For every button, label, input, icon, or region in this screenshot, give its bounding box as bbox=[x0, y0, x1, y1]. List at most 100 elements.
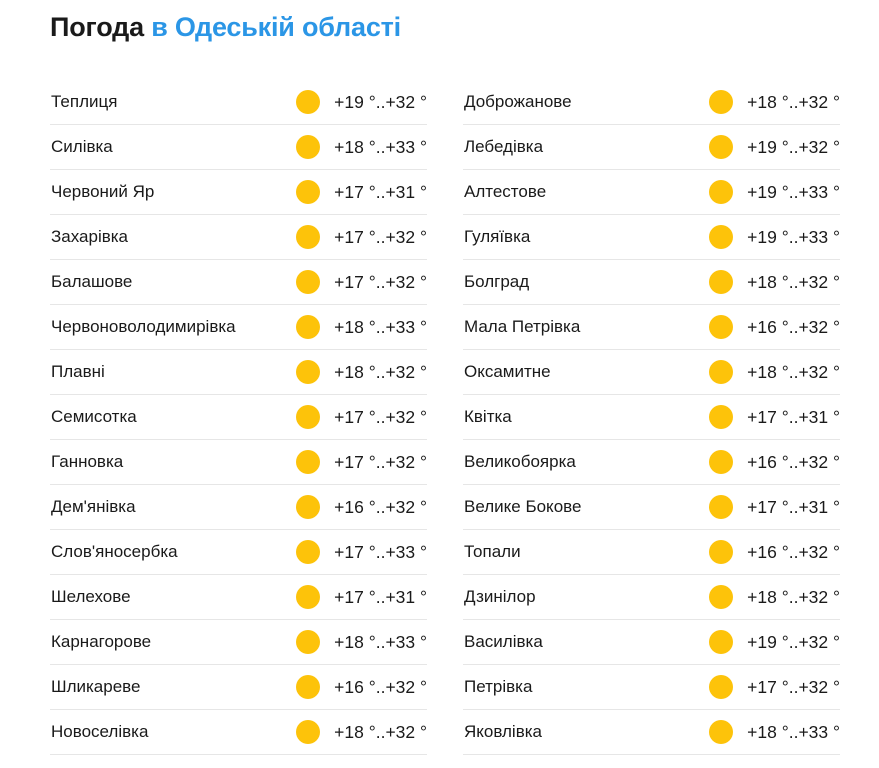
sun-icon bbox=[709, 495, 733, 519]
sun-icon bbox=[296, 225, 320, 249]
city-weather-row[interactable]: Семисотка +17 °..+32 ° bbox=[50, 395, 427, 440]
city-weather-row[interactable]: Гуляївка +19 °..+33 ° bbox=[463, 215, 840, 260]
sun-icon bbox=[296, 720, 320, 744]
city-name-link[interactable]: Червоноволодимирівка bbox=[51, 316, 236, 338]
page-title-main: Погода bbox=[50, 12, 144, 42]
city-name-link[interactable]: Яковлівка bbox=[464, 721, 542, 743]
city-name-link[interactable]: Теплиця bbox=[51, 91, 117, 113]
sun-icon bbox=[709, 720, 733, 744]
city-weather-row[interactable]: Теплиця +19 °..+32 ° bbox=[50, 80, 427, 125]
temperature-range: +17 °..+32 ° bbox=[747, 677, 840, 697]
temperature-range: +19 °..+32 ° bbox=[747, 137, 840, 157]
city-weather-row[interactable]: Карнагорове +18 °..+33 ° bbox=[50, 620, 427, 665]
city-weather-row[interactable]: Шелехове +17 °..+31 ° bbox=[50, 575, 427, 620]
temperature-range: +17 °..+31 ° bbox=[334, 587, 427, 607]
city-name-link[interactable]: Гуляївка bbox=[464, 226, 530, 248]
city-weather-row[interactable]: Велике Бокове +17 °..+31 ° bbox=[463, 485, 840, 530]
city-name-link[interactable]: Захарівка bbox=[51, 226, 128, 248]
temperature-range: +17 °..+32 ° bbox=[334, 452, 427, 472]
temperature-range: +17 °..+31 ° bbox=[747, 497, 840, 517]
city-name-link[interactable]: Новоселівка bbox=[51, 721, 148, 743]
city-name-link[interactable]: Дзинілор bbox=[464, 586, 536, 608]
city-weather-row[interactable]: Квітка +17 °..+31 ° bbox=[463, 395, 840, 440]
city-weather-row[interactable]: Лебедівка +19 °..+32 ° bbox=[463, 125, 840, 170]
sun-icon bbox=[296, 450, 320, 474]
sun-icon bbox=[296, 585, 320, 609]
city-weather-row[interactable]: Петрівка +17 °..+32 ° bbox=[463, 665, 840, 710]
city-name-link[interactable]: Плавні bbox=[51, 361, 105, 383]
temperature-range: +18 °..+33 ° bbox=[747, 722, 840, 742]
sun-icon bbox=[296, 270, 320, 294]
city-weather-row[interactable]: Захарівка +17 °..+32 ° bbox=[50, 215, 427, 260]
city-weather-row[interactable]: Силівка +18 °..+33 ° bbox=[50, 125, 427, 170]
city-weather-row[interactable]: Болград +18 °..+32 ° bbox=[463, 260, 840, 305]
city-list-right: Доброжанове +18 °..+32 ° Лебедівка +19 °..+… bbox=[463, 80, 840, 755]
city-name-link[interactable]: Ганновка bbox=[51, 451, 123, 473]
temperature-range: +17 °..+32 ° bbox=[334, 227, 427, 247]
city-name-link[interactable]: Петрівка bbox=[464, 676, 532, 698]
city-name-link[interactable]: Алтестове bbox=[464, 181, 546, 203]
city-weather-row[interactable]: Новоселівка +18 °..+32 ° bbox=[50, 710, 427, 755]
city-name-link[interactable]: Балашове bbox=[51, 271, 132, 293]
sun-icon bbox=[709, 675, 733, 699]
temperature-range: +19 °..+33 ° bbox=[747, 227, 840, 247]
city-name-link[interactable]: Квітка bbox=[464, 406, 512, 428]
city-weather-row[interactable]: Топали +16 °..+32 ° bbox=[463, 530, 840, 575]
city-weather-row[interactable]: Мала Петрівка +16 °..+32 ° bbox=[463, 305, 840, 350]
city-weather-row[interactable]: Оксамитне +18 °..+32 ° bbox=[463, 350, 840, 395]
region-link[interactable]: в Одеській області bbox=[151, 12, 401, 42]
temperature-range: +17 °..+33 ° bbox=[334, 542, 427, 562]
city-weather-row[interactable]: Слов'яносербка +17 °..+33 ° bbox=[50, 530, 427, 575]
city-weather-row[interactable]: Алтестове +19 °..+33 ° bbox=[463, 170, 840, 215]
sun-icon bbox=[296, 405, 320, 429]
city-name-link[interactable]: Болград bbox=[464, 271, 529, 293]
sun-icon bbox=[709, 630, 733, 654]
city-name-link[interactable]: Доброжанове bbox=[464, 91, 572, 113]
temperature-range: +18 °..+33 ° bbox=[334, 317, 427, 337]
city-name-link[interactable]: Велике Бокове bbox=[464, 496, 581, 518]
temperature-range: +19 °..+33 ° bbox=[747, 182, 840, 202]
page-title: Погода в Одеській області bbox=[50, 9, 401, 45]
sun-icon bbox=[709, 225, 733, 249]
city-name-link[interactable]: Оксамитне bbox=[464, 361, 551, 383]
city-name-link[interactable]: Шликареве bbox=[51, 676, 140, 698]
temperature-range: +17 °..+31 ° bbox=[747, 407, 840, 427]
city-name-link[interactable]: Силівка bbox=[51, 136, 113, 158]
city-name-link[interactable]: Василівка bbox=[464, 631, 543, 653]
temperature-range: +18 °..+32 ° bbox=[747, 587, 840, 607]
city-weather-row[interactable]: Дем'янівка +16 °..+32 ° bbox=[50, 485, 427, 530]
city-name-link[interactable]: Мала Петрівка bbox=[464, 316, 580, 338]
city-weather-row[interactable]: Шликареве +16 °..+32 ° bbox=[50, 665, 427, 710]
city-name-link[interactable]: Карнагорове bbox=[51, 631, 151, 653]
city-list-left: Теплиця +19 °..+32 ° Силівка +18 °..+33 ° Че… bbox=[50, 80, 427, 755]
city-weather-row[interactable]: Яковлівка +18 °..+33 ° bbox=[463, 710, 840, 755]
city-name-link[interactable]: Шелехове bbox=[51, 586, 131, 608]
city-weather-row[interactable]: Дзинілор +18 °..+32 ° bbox=[463, 575, 840, 620]
sun-icon bbox=[709, 270, 733, 294]
city-name-link[interactable]: Великобоярка bbox=[464, 451, 576, 473]
city-weather-row[interactable]: Плавні +18 °..+32 ° bbox=[50, 350, 427, 395]
city-name-link[interactable]: Червоний Яр bbox=[51, 181, 154, 203]
temperature-range: +18 °..+33 ° bbox=[334, 632, 427, 652]
city-weather-row[interactable]: Василівка +19 °..+32 ° bbox=[463, 620, 840, 665]
sun-icon bbox=[296, 315, 320, 339]
city-weather-row[interactable]: Червоноволодимирівка +18 °..+33 ° bbox=[50, 305, 427, 350]
temperature-range: +18 °..+32 ° bbox=[334, 362, 427, 382]
sun-icon bbox=[296, 135, 320, 159]
sun-icon bbox=[709, 135, 733, 159]
city-name-link[interactable]: Топали bbox=[464, 541, 521, 563]
city-weather-row[interactable]: Червоний Яр +17 °..+31 ° bbox=[50, 170, 427, 215]
city-weather-row[interactable]: Балашове +17 °..+32 ° bbox=[50, 260, 427, 305]
temperature-range: +18 °..+32 ° bbox=[747, 272, 840, 292]
sun-icon bbox=[709, 450, 733, 474]
city-weather-row[interactable]: Доброжанове +18 °..+32 ° bbox=[463, 80, 840, 125]
sun-icon bbox=[709, 405, 733, 429]
sun-icon bbox=[296, 540, 320, 564]
sun-icon bbox=[709, 360, 733, 384]
city-name-link[interactable]: Слов'яносербка bbox=[51, 541, 178, 563]
city-name-link[interactable]: Лебедівка bbox=[464, 136, 543, 158]
city-weather-row[interactable]: Великобоярка +16 °..+32 ° bbox=[463, 440, 840, 485]
city-name-link[interactable]: Семисотка bbox=[51, 406, 137, 428]
city-weather-row[interactable]: Ганновка +17 °..+32 ° bbox=[50, 440, 427, 485]
city-name-link[interactable]: Дем'янівка bbox=[51, 496, 136, 518]
